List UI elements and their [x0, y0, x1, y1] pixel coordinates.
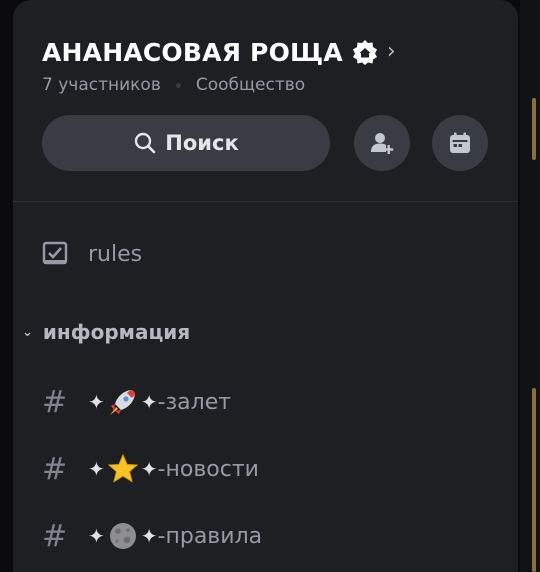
server-title-row[interactable]: АНАНАСОВАЯ РОЩА ›	[42, 30, 518, 74]
server-meta: 7 участников Сообщество	[42, 75, 518, 95]
separator-dot	[175, 82, 181, 88]
channel-name: -залет	[157, 389, 232, 415]
sparkle-icon: ✦	[140, 457, 158, 481]
search-label: Поиск	[165, 131, 239, 155]
scroll-accent	[532, 98, 536, 160]
category-info[interactable]: ⌄ информация	[22, 320, 190, 344]
channel-novosti[interactable]: # ✦ ✦ -новости	[42, 449, 259, 489]
server-header[interactable]: АНАНАСОВАЯ РОЩА › 7 участников Сообществ…	[42, 30, 518, 96]
calendar-icon	[450, 132, 470, 153]
channel-name: -правила	[157, 523, 263, 549]
hash-icon: #	[42, 518, 68, 554]
server-sidebar: АНАНАСОВАЯ РОЩА › 7 участников Сообществ…	[13, 0, 518, 572]
community-badge-icon	[351, 38, 379, 66]
channel-name: rules	[88, 241, 143, 267]
events-button[interactable]	[432, 115, 488, 171]
right-edge	[520, 0, 540, 572]
channel-zalet[interactable]: # ✦ ✦ -залет	[42, 382, 231, 422]
moon-emoji	[107, 520, 139, 552]
channel-rules[interactable]: rules	[42, 234, 142, 274]
rocket-emoji	[107, 386, 139, 418]
hash-icon: #	[42, 384, 68, 420]
rules-icon	[42, 241, 72, 267]
sparkle-icon: ✦	[88, 390, 105, 414]
chevron-right-icon[interactable]: ›	[387, 41, 396, 63]
chevron-down-icon: ⌄	[22, 324, 33, 340]
scroll-accent	[532, 388, 536, 572]
sparkle-icon: ✦	[140, 524, 158, 548]
server-type: Сообщество	[195, 75, 306, 95]
channel-pravila[interactable]: # ✦ ✦ -правила	[42, 516, 262, 556]
hash-icon: #	[42, 451, 68, 487]
channel-name: -новости	[157, 456, 259, 482]
sparkle-icon: ✦	[140, 390, 158, 414]
add-member-button[interactable]	[354, 115, 410, 171]
star-emoji	[107, 453, 139, 485]
sparkle-icon: ✦	[88, 524, 105, 548]
search-icon	[135, 132, 156, 154]
category-name: информация	[42, 320, 191, 344]
search-button[interactable]: Поиск	[42, 115, 330, 171]
sparkle-icon: ✦	[88, 457, 105, 481]
add-member-icon	[371, 133, 394, 154]
member-count: 7 участников	[42, 75, 161, 95]
header-divider	[13, 201, 518, 202]
server-name: АНАНАСОВАЯ РОЩА	[42, 37, 343, 67]
